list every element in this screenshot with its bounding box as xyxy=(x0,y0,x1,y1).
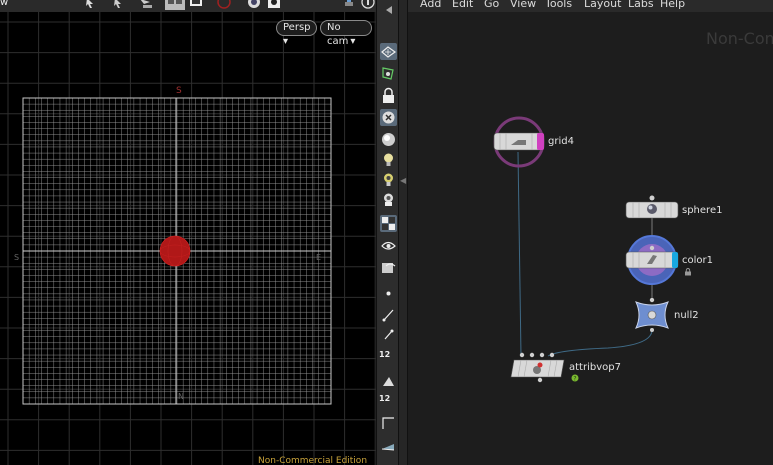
record-icon[interactable] xyxy=(216,0,232,10)
grid4-node[interactable] xyxy=(492,116,546,168)
non-commercial-watermark: Non-Commercial Edition xyxy=(258,456,368,465)
svg-text:?: ? xyxy=(573,375,576,382)
checker-icon[interactable] xyxy=(380,215,397,232)
move-tool-icon[interactable] xyxy=(112,0,128,10)
shaded-icon[interactable] xyxy=(380,65,397,82)
point-number-badge[interactable]: 12 xyxy=(379,350,390,359)
snap-icon[interactable] xyxy=(246,0,262,10)
color1-label: color1 xyxy=(682,255,713,266)
display-icon[interactable] xyxy=(188,0,204,10)
render-view-icon[interactable] xyxy=(380,259,397,276)
prim-display-icon[interactable] xyxy=(380,372,397,389)
wireframe-icon[interactable] xyxy=(380,43,397,60)
sphere1-node[interactable] xyxy=(625,194,679,224)
sphere-geometry[interactable] xyxy=(159,235,191,267)
axis-label-bottom: N xyxy=(178,392,184,401)
bulb-icon[interactable] xyxy=(380,171,397,188)
houdini-window: w Persp ▾ No cam ▾ S S E N Non-Commercia… xyxy=(0,0,773,465)
axis-label-right: E xyxy=(316,253,322,262)
pane-label: w xyxy=(0,0,9,8)
scene-viewport[interactable]: w Persp ▾ No cam ▾ S S E N Non-Commercia… xyxy=(0,0,376,465)
prim-number-badge[interactable]: 12 xyxy=(379,394,390,403)
info-icon[interactable] xyxy=(360,0,376,10)
viewport-toolbar: w xyxy=(0,0,376,12)
info-badge-icon[interactable]: ? xyxy=(571,374,579,382)
camera-view-icon[interactable] xyxy=(380,237,397,254)
lock-icon xyxy=(685,268,691,276)
attribvop7-node[interactable] xyxy=(509,348,567,388)
point-number-text: 12 xyxy=(379,350,391,359)
sphere1-label: sphere1 xyxy=(682,205,723,216)
point-normal-icon[interactable] xyxy=(380,326,397,343)
lock-icon[interactable] xyxy=(380,87,397,104)
handle-tool-icon[interactable] xyxy=(164,0,186,10)
null2-label: null2 xyxy=(674,310,699,321)
null2-node[interactable] xyxy=(632,298,672,332)
gear-icon[interactable] xyxy=(266,0,282,10)
pane-divider[interactable]: ◀ xyxy=(398,0,408,465)
node-wires xyxy=(517,151,653,357)
camera-menu[interactable]: No cam ▾ xyxy=(320,20,372,47)
prim-number-text: 12 xyxy=(379,394,391,403)
light-icon[interactable] xyxy=(380,151,397,168)
select-tool-icon[interactable] xyxy=(84,0,100,10)
color1-node[interactable] xyxy=(623,234,681,286)
grid4-label: grid4 xyxy=(548,136,574,147)
ghost-icon[interactable] xyxy=(380,109,397,126)
profile-curve-icon[interactable] xyxy=(380,414,397,431)
collapse-arrow-icon[interactable]: ◀ xyxy=(400,176,406,185)
spot-light-icon[interactable] xyxy=(380,191,397,208)
network-editor[interactable]: Add Edit Go View Tools Layout Labs Help … xyxy=(408,0,773,465)
attribvop7-label: attribvop7 xyxy=(569,362,621,373)
axis-label-top: S xyxy=(176,86,182,96)
sphere-display-icon[interactable] xyxy=(380,131,397,148)
axis-label-left: S xyxy=(14,253,20,262)
rotate-tool-icon[interactable] xyxy=(138,0,154,10)
point-display-icon[interactable] xyxy=(380,285,397,302)
display-options-toolbar: 12 12 xyxy=(376,0,398,465)
ground-grid xyxy=(0,12,376,465)
normal-display-icon[interactable] xyxy=(380,306,397,323)
toolbar-arrow-icon[interactable] xyxy=(380,2,397,19)
geometry-shade-icon[interactable] xyxy=(380,437,397,454)
persp-view-menu[interactable]: Persp ▾ xyxy=(276,20,317,47)
help-toggle-icon[interactable] xyxy=(344,0,360,10)
